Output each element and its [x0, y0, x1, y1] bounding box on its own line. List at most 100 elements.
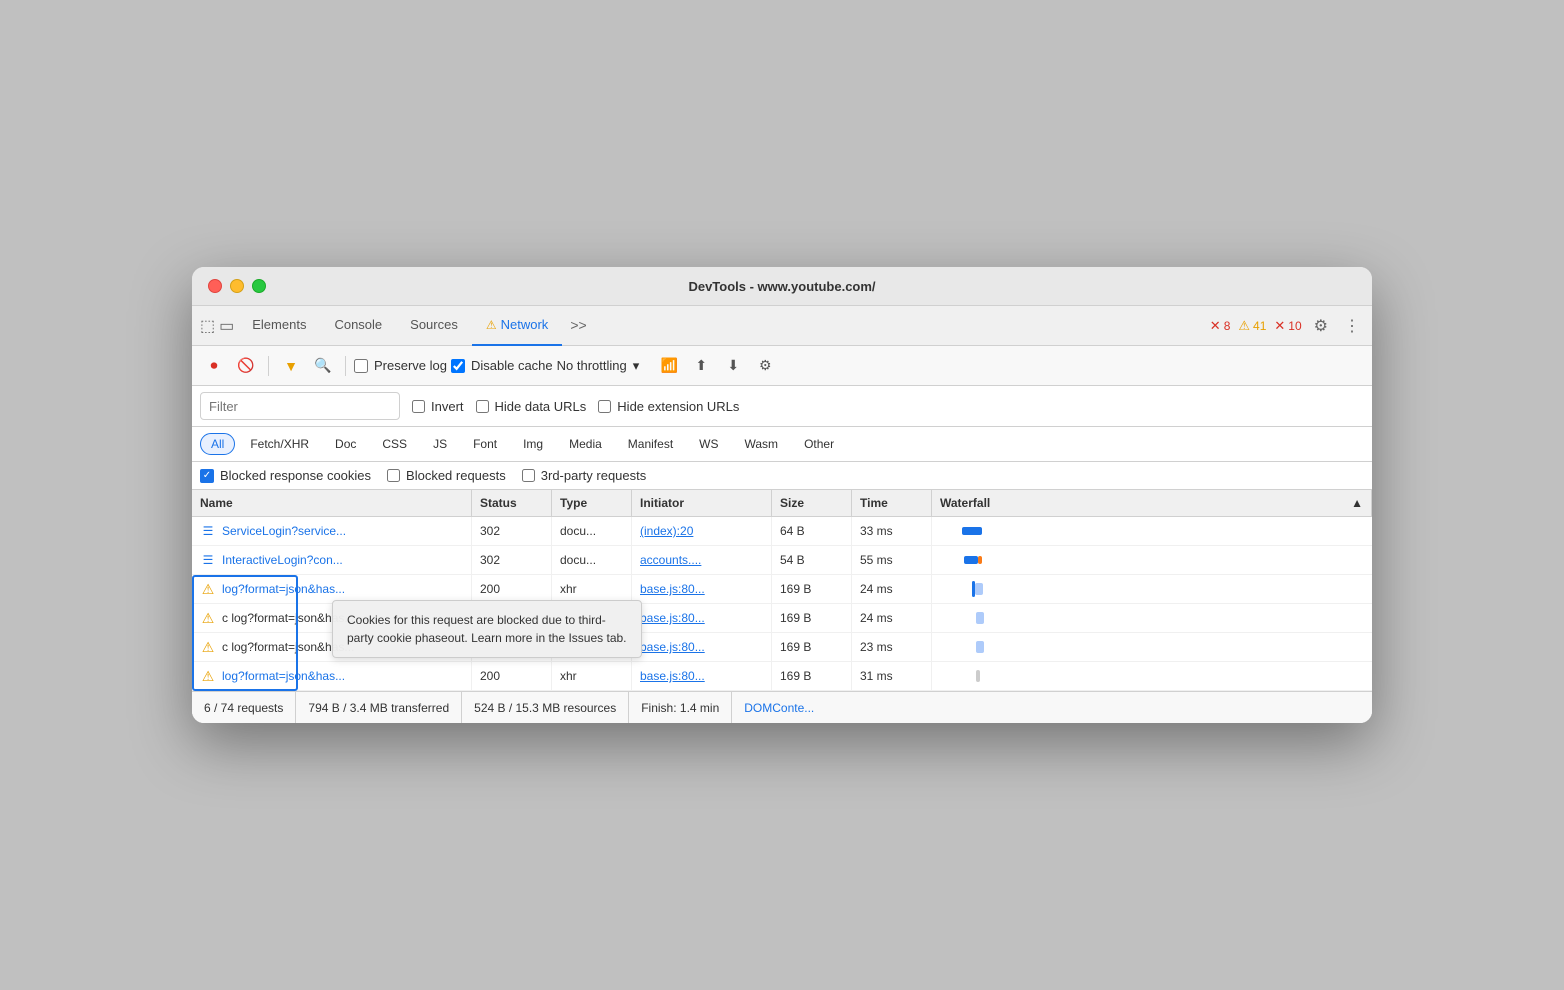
initiator-link-4[interactable]: base.js:80... [640, 611, 705, 625]
waterfall-cell-1 [932, 517, 1372, 545]
initiator-link-2[interactable]: accounts.... [640, 553, 701, 567]
table-row[interactable]: ⚠ log?format=json&has... 200 xhr base.js… [192, 662, 1372, 691]
wifi-icon[interactable]: 📶 [655, 352, 683, 380]
finish-label: Finish: 1.4 min [641, 701, 719, 715]
initiator-cell-3: base.js:80... [632, 575, 772, 603]
clear-button[interactable]: 🚫 [232, 352, 260, 380]
blocked-requests-checkbox[interactable] [387, 469, 400, 482]
header-initiator[interactable]: Initiator [632, 490, 772, 516]
download-icon[interactable]: ⬇ [719, 352, 747, 380]
table-row[interactable]: ⚠ log?format=json&has... 200 xhr base.js… [192, 575, 1372, 604]
requests-section: 6 / 74 requests [192, 692, 296, 723]
warning-rows-container: ⚠ log?format=json&has... 200 xhr base.js… [192, 575, 1372, 691]
settings-icon[interactable]: ⚙ [1310, 312, 1332, 340]
preserve-log-group: Preserve log [354, 358, 447, 373]
close-button[interactable] [208, 279, 222, 293]
tab-network[interactable]: ⚠ Network [472, 306, 562, 346]
hide-data-checkbox[interactable] [476, 400, 489, 413]
initiator-link-3[interactable]: base.js:80... [640, 582, 705, 596]
row-name-1: ServiceLogin?service... [222, 524, 346, 538]
header-name[interactable]: Name [192, 490, 472, 516]
time-cell-6: 31 ms [852, 662, 932, 690]
window-title: DevTools - www.youtube.com/ [688, 279, 875, 294]
initiator-link-6[interactable]: base.js:80... [640, 669, 705, 683]
type-btn-fetch[interactable]: Fetch/XHR [239, 433, 320, 455]
type-btn-wasm[interactable]: Wasm [734, 433, 790, 455]
size-cell-1: 64 B [772, 517, 852, 545]
header-size[interactable]: Size [772, 490, 852, 516]
type-cell-6: xhr [552, 662, 632, 690]
type-cell-3: xhr [552, 575, 632, 603]
type-btn-all[interactable]: All [200, 433, 235, 455]
traffic-lights [208, 279, 266, 293]
info-icon: ✕ [1274, 318, 1285, 334]
invert-checkbox[interactable] [412, 400, 425, 413]
third-party-label: 3rd-party requests [541, 468, 647, 483]
upload-icon[interactable]: ⬆ [687, 352, 715, 380]
tabs-bar: ⬚ ▭ Elements Console Sources ⚠ Network >… [192, 306, 1372, 346]
tab-sources[interactable]: Sources [396, 306, 472, 346]
type-btn-manifest[interactable]: Manifest [617, 433, 684, 455]
name-cell-3: ⚠ log?format=json&has... [192, 575, 472, 603]
table-row[interactable]: ☰ InteractiveLogin?con... 302 docu... ac… [192, 546, 1372, 575]
tabs-more[interactable]: >> [562, 306, 594, 346]
maximize-button[interactable] [252, 279, 266, 293]
hide-ext-label: Hide extension URLs [617, 399, 739, 414]
resources-section: 524 B / 15.3 MB resources [462, 692, 629, 723]
row-name-2: InteractiveLogin?con... [222, 553, 343, 567]
header-type[interactable]: Type [552, 490, 632, 516]
blocked-cookies-checkbox[interactable]: ✓ [200, 469, 214, 483]
warning-count-icon: ⚠ [1238, 318, 1250, 334]
preserve-log-checkbox[interactable] [354, 359, 368, 373]
sort-icon: ▲ [1351, 496, 1363, 510]
header-time[interactable]: Time [852, 490, 932, 516]
tab-elements[interactable]: Elements [238, 306, 320, 346]
row-name-3: log?format=json&has... [222, 582, 345, 596]
table-row[interactable]: ☰ ServiceLogin?service... 302 docu... (i… [192, 517, 1372, 546]
header-status[interactable]: Status [472, 490, 552, 516]
name-cell-2: ☰ InteractiveLogin?con... [192, 546, 472, 574]
hide-data-group: Hide data URLs [476, 399, 587, 414]
type-btn-ws[interactable]: WS [688, 433, 729, 455]
mobile-icon[interactable]: ▭ [219, 316, 234, 336]
filter-icon[interactable]: ▼ [277, 352, 305, 380]
disable-cache-checkbox[interactable] [451, 359, 465, 373]
type-btn-font[interactable]: Font [462, 433, 508, 455]
type-btn-other[interactable]: Other [793, 433, 845, 455]
initiator-link-5[interactable]: base.js:80... [640, 640, 705, 654]
initiator-link-1[interactable]: (index):20 [640, 524, 693, 538]
warning-count[interactable]: ⚠ 41 [1238, 318, 1266, 334]
filter-input[interactable] [200, 392, 400, 420]
type-btn-img[interactable]: Img [512, 433, 554, 455]
cursor-icon[interactable]: ⬚ [200, 316, 215, 336]
blocked-requests-label: Blocked requests [406, 468, 506, 483]
waterfall-cell-6 [932, 662, 1372, 690]
throttle-dropdown-icon[interactable]: ▾ [633, 358, 640, 374]
preserve-log-label: Preserve log [374, 358, 447, 373]
status-cell-1: 302 [472, 517, 552, 545]
type-btn-media[interactable]: Media [558, 433, 613, 455]
hide-ext-checkbox[interactable] [598, 400, 611, 413]
type-btn-js[interactable]: JS [422, 433, 458, 455]
waterfall-cell-2 [932, 546, 1372, 574]
time-cell-2: 55 ms [852, 546, 932, 574]
waterfall-cell-5 [932, 633, 1372, 661]
status-bar: 6 / 74 requests 794 B / 3.4 MB transferr… [192, 691, 1372, 723]
network-settings-icon[interactable]: ⚙ [751, 352, 779, 380]
devtools-window: DevTools - www.youtube.com/ ⬚ ▭ Elements… [192, 267, 1372, 723]
wf-bar-6 [976, 670, 980, 682]
minimize-button[interactable] [230, 279, 244, 293]
info-count[interactable]: ✕ 10 [1274, 318, 1301, 334]
hide-ext-group: Hide extension URLs [598, 399, 739, 414]
type-btn-doc[interactable]: Doc [324, 433, 367, 455]
toolbar-divider-1 [268, 356, 269, 376]
type-btn-css[interactable]: CSS [371, 433, 418, 455]
record-button[interactable]: ⏺ [200, 352, 228, 380]
search-icon[interactable]: 🔍 [309, 352, 337, 380]
tab-console[interactable]: Console [320, 306, 396, 346]
error-count[interactable]: ✕ 8 [1210, 318, 1231, 334]
third-party-checkbox[interactable] [522, 469, 535, 482]
initiator-cell-1: (index):20 [632, 517, 772, 545]
more-options-icon[interactable]: ⋮ [1340, 312, 1364, 340]
header-waterfall[interactable]: Waterfall ▲ [932, 490, 1372, 516]
